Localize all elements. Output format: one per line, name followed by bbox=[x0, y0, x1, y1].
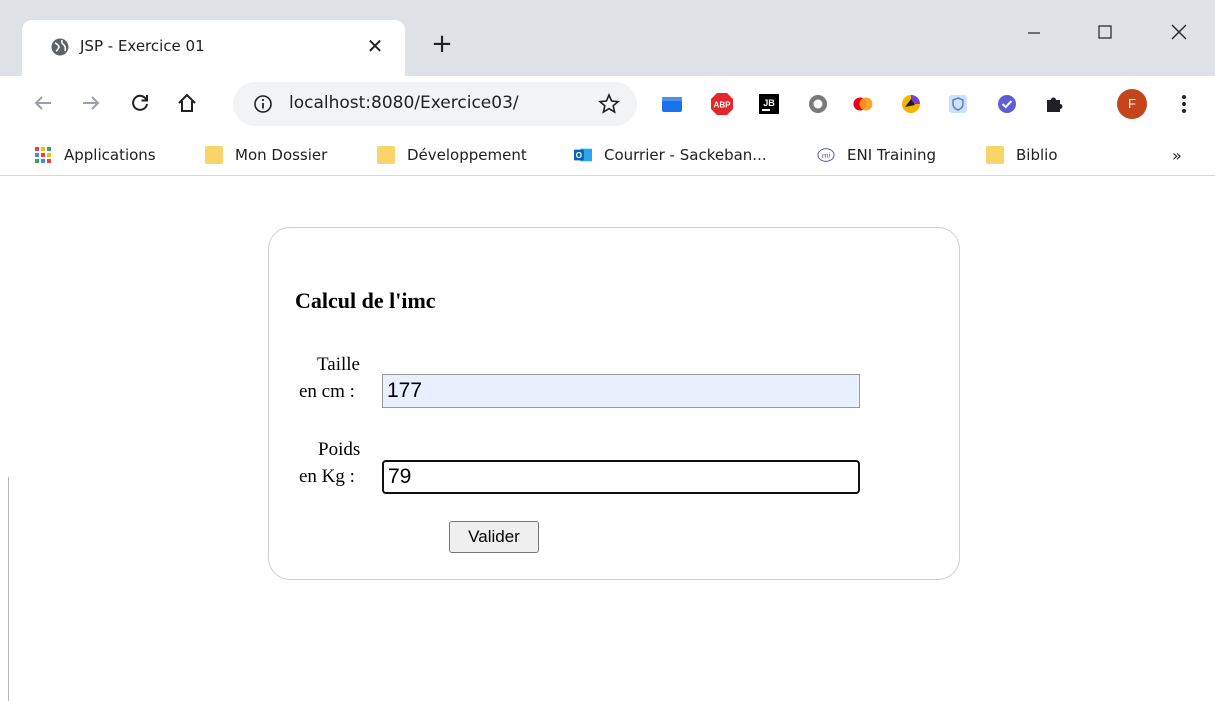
home-icon bbox=[178, 93, 196, 112]
bookmark-label: Mon Dossier bbox=[235, 146, 328, 164]
svg-text:eni: eni bbox=[822, 152, 831, 160]
reload-icon bbox=[132, 94, 148, 111]
address-bar[interactable]: localhost:8080/Exercice03/ bbox=[233, 82, 637, 126]
bookmark-star-icon[interactable] bbox=[597, 92, 621, 116]
apps-grid-icon bbox=[35, 147, 51, 163]
browser-toolbar: localhost:8080/Exercice03/ ABP JB F bbox=[0, 76, 1215, 134]
forward-button[interactable] bbox=[74, 86, 108, 120]
bookmark-developpement[interactable]: Développement bbox=[377, 144, 527, 166]
folder-icon bbox=[986, 146, 1004, 164]
blue-folder-extension-icon[interactable] bbox=[660, 92, 684, 116]
arrow-left-icon bbox=[34, 96, 51, 110]
info-icon[interactable] bbox=[253, 94, 273, 114]
minimize-icon[interactable] bbox=[1011, 14, 1057, 50]
arrow-right-icon bbox=[83, 96, 100, 110]
reload-button[interactable] bbox=[123, 86, 157, 120]
close-window-icon[interactable] bbox=[1156, 14, 1202, 50]
tab-close-icon[interactable]: ✕ bbox=[363, 34, 387, 58]
svg-text:ABP: ABP bbox=[714, 101, 732, 110]
bookmark-label: Applications bbox=[64, 146, 156, 164]
browser-tab[interactable]: JSP - Exercice 01 ✕ bbox=[22, 20, 405, 76]
valider-button[interactable]: Valider bbox=[449, 521, 539, 553]
puzzle-icon[interactable] bbox=[1042, 92, 1066, 116]
bookmark-label: Courrier - Sackeban... bbox=[604, 146, 767, 164]
bookmarks-overflow-button[interactable]: » bbox=[1172, 146, 1182, 165]
bookmark-courrier[interactable]: O Courrier - Sackeban... bbox=[574, 144, 767, 166]
svg-text:JB: JB bbox=[763, 98, 775, 108]
svg-text:O: O bbox=[576, 151, 582, 160]
bookmark-applications[interactable]: Applications bbox=[34, 144, 156, 166]
taille-label-line1: Taille bbox=[317, 354, 360, 375]
bookmark-mon-dossier[interactable]: Mon Dossier bbox=[205, 144, 327, 166]
back-button[interactable] bbox=[26, 86, 60, 120]
bookmark-label: Biblio bbox=[1016, 146, 1058, 164]
folder-icon bbox=[377, 146, 395, 164]
taille-label-line2: en cm : bbox=[299, 381, 355, 402]
home-button[interactable] bbox=[170, 86, 204, 120]
maximize-icon[interactable] bbox=[1082, 14, 1128, 50]
imc-form: Calcul de l'imc Taille en cm : Poids en … bbox=[268, 227, 960, 580]
mastercard-icon[interactable] bbox=[851, 92, 875, 116]
page-content: Calcul de l'imc Taille en cm : Poids en … bbox=[0, 177, 1215, 701]
shield-extension-icon[interactable] bbox=[946, 92, 970, 116]
tab-title: JSP - Exercice 01 bbox=[80, 37, 205, 55]
new-tab-button[interactable]: + bbox=[428, 30, 456, 58]
bookmark-biblio[interactable]: Biblio bbox=[986, 144, 1058, 166]
more-vert-icon[interactable] bbox=[1172, 90, 1196, 118]
form-heading: Calcul de l'imc bbox=[295, 288, 436, 313]
check-badge-icon[interactable] bbox=[995, 92, 1019, 116]
bookmark-label: ENI Training bbox=[847, 146, 937, 164]
globe-icon bbox=[51, 38, 69, 56]
poids-label-line2: en Kg : bbox=[299, 466, 355, 487]
poids-input[interactable] bbox=[382, 460, 860, 494]
circle-extension-icon[interactable] bbox=[806, 92, 830, 116]
bookmark-label: Développement bbox=[407, 146, 527, 164]
browser-titlebar: JSP - Exercice 01 ✕ + bbox=[0, 0, 1215, 76]
bookmark-eni-training[interactable]: eni ENI Training bbox=[817, 144, 936, 166]
bookmarks-bar: Applications Mon Dossier Développement O… bbox=[0, 134, 1215, 176]
url-text: localhost:8080/Exercice03/ bbox=[289, 93, 519, 113]
eni-icon: eni bbox=[817, 148, 835, 162]
folder-icon bbox=[205, 146, 223, 164]
taille-input[interactable] bbox=[382, 374, 860, 408]
adblock-plus-icon[interactable]: ABP bbox=[710, 92, 734, 116]
window-edge bbox=[8, 477, 9, 701]
profile-avatar[interactable]: F bbox=[1117, 89, 1147, 119]
jetbrains-icon[interactable]: JB bbox=[757, 92, 781, 116]
colorful-extension-icon[interactable] bbox=[899, 92, 923, 116]
poids-label-line1: Poids bbox=[318, 439, 361, 460]
outlook-icon: O bbox=[574, 148, 592, 162]
